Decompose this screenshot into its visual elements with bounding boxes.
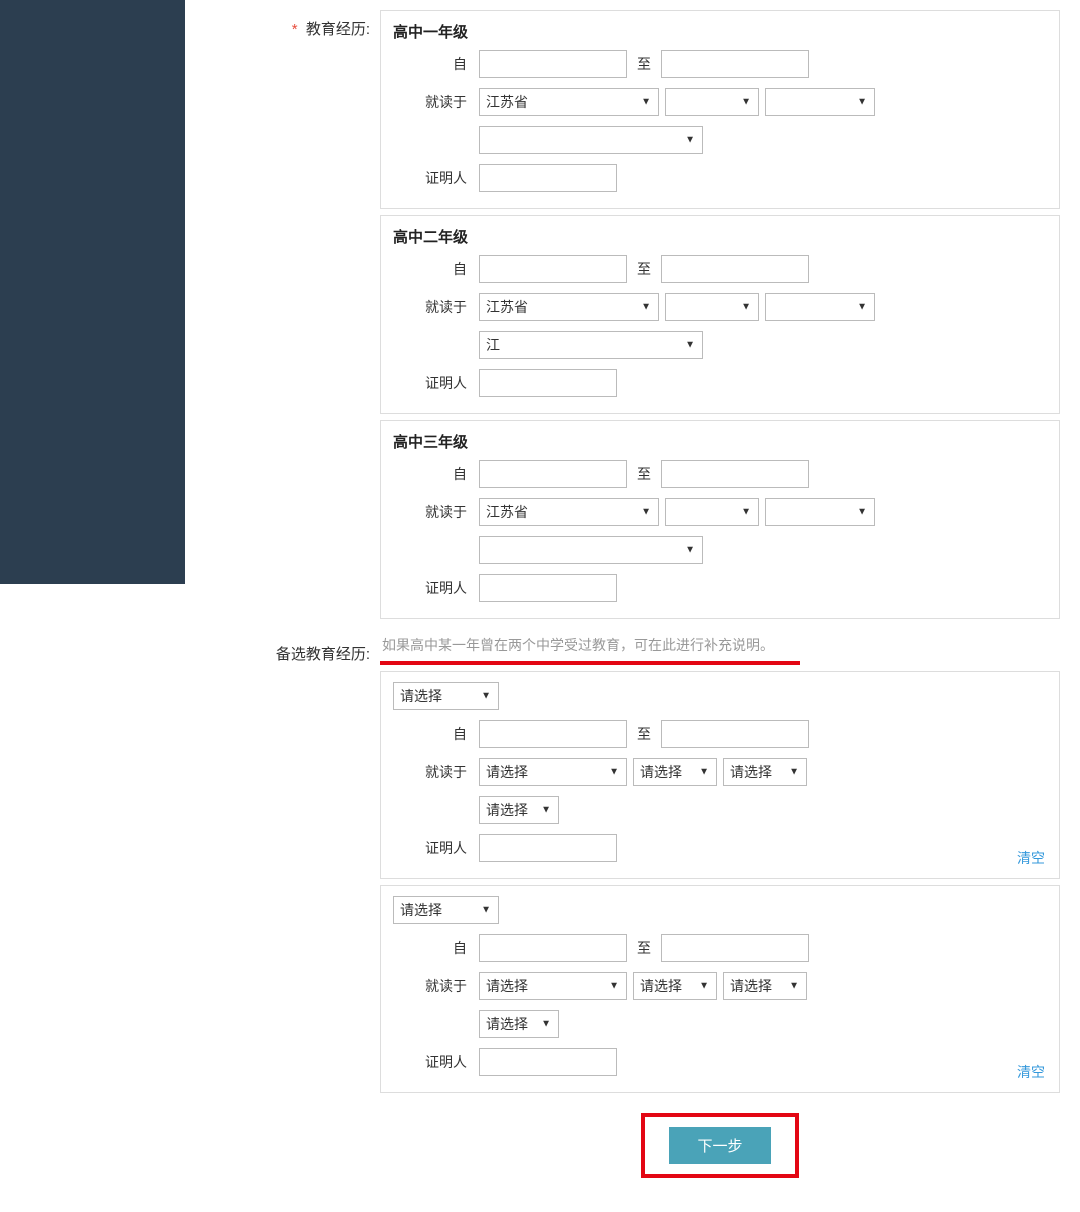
grade2-district-select[interactable] xyxy=(765,293,875,321)
red-underline-annotation xyxy=(380,661,800,665)
optional-entry-1: 自 至 就读于 xyxy=(380,671,1060,879)
grade1-district-select[interactable] xyxy=(765,88,875,116)
from-label: 自 xyxy=(393,54,473,74)
red-box-annotation: 下一步 xyxy=(641,1113,798,1178)
grade3-city-select[interactable] xyxy=(665,498,759,526)
grade3-to-input[interactable] xyxy=(661,460,809,488)
grade1-from-input[interactable] xyxy=(479,50,627,78)
education-label: * 教育经历: xyxy=(225,10,380,625)
opt1-province-select[interactable] xyxy=(479,758,627,786)
grade3-school-select[interactable] xyxy=(479,536,703,564)
opt2-school-select[interactable] xyxy=(479,1010,559,1038)
grade2-title: 高中二年级 xyxy=(393,226,1047,247)
opt1-district-select[interactable] xyxy=(723,758,807,786)
grade2-panel: 高中二年级 自 至 就读于 xyxy=(380,215,1060,414)
to-label: 至 xyxy=(633,54,655,74)
optional-hint: 如果高中某一年曾在两个中学受过教育，可在此进行补充说明。 xyxy=(382,635,1060,655)
grade2-school-select[interactable] xyxy=(479,331,703,359)
grade2-city-select[interactable] xyxy=(665,293,759,321)
sidebar xyxy=(0,0,185,584)
grade1-witness-input[interactable] xyxy=(479,164,617,192)
grade3-panel: 高中三年级 自 至 就读于 xyxy=(380,420,1060,619)
grade3-witness-input[interactable] xyxy=(479,574,617,602)
opt1-school-select[interactable] xyxy=(479,796,559,824)
grade1-province-select[interactable] xyxy=(479,88,659,116)
opt2-grade-select[interactable] xyxy=(393,896,499,924)
grade3-from-input[interactable] xyxy=(479,460,627,488)
opt2-to-input[interactable] xyxy=(661,934,809,962)
opt2-province-select[interactable] xyxy=(479,972,627,1000)
opt1-witness-input[interactable] xyxy=(479,834,617,862)
opt1-to-input[interactable] xyxy=(661,720,809,748)
grade3-district-select[interactable] xyxy=(765,498,875,526)
opt2-from-input[interactable] xyxy=(479,934,627,962)
grade2-from-input[interactable] xyxy=(479,255,627,283)
opt2-clear-link[interactable]: 清空 xyxy=(1017,1062,1045,1082)
next-button[interactable]: 下一步 xyxy=(669,1127,770,1164)
optional-entry-2: 自 至 就读于 xyxy=(380,885,1060,1093)
studied-at-label: 就读于 xyxy=(393,92,473,112)
grade1-to-input[interactable] xyxy=(661,50,809,78)
grade3-province-select[interactable] xyxy=(479,498,659,526)
witness-label: 证明人 xyxy=(393,168,473,188)
grade2-witness-input[interactable] xyxy=(479,369,617,397)
grade1-school-select[interactable] xyxy=(479,126,703,154)
grade3-title: 高中三年级 xyxy=(393,431,1047,452)
optional-education-label: 备选教育经历: xyxy=(225,635,380,1192)
required-asterisk: * xyxy=(292,21,298,38)
grade1-title: 高中一年级 xyxy=(393,21,1047,42)
opt2-city-select[interactable] xyxy=(633,972,717,1000)
grade2-to-input[interactable] xyxy=(661,255,809,283)
grade1-panel: 高中一年级 自 至 就读于 xyxy=(380,10,1060,209)
grade1-city-select[interactable] xyxy=(665,88,759,116)
opt1-from-input[interactable] xyxy=(479,720,627,748)
opt2-district-select[interactable] xyxy=(723,972,807,1000)
grade2-province-select[interactable] xyxy=(479,293,659,321)
opt1-grade-select[interactable] xyxy=(393,682,499,710)
opt2-witness-input[interactable] xyxy=(479,1048,617,1076)
opt1-clear-link[interactable]: 清空 xyxy=(1017,848,1045,868)
opt1-city-select[interactable] xyxy=(633,758,717,786)
